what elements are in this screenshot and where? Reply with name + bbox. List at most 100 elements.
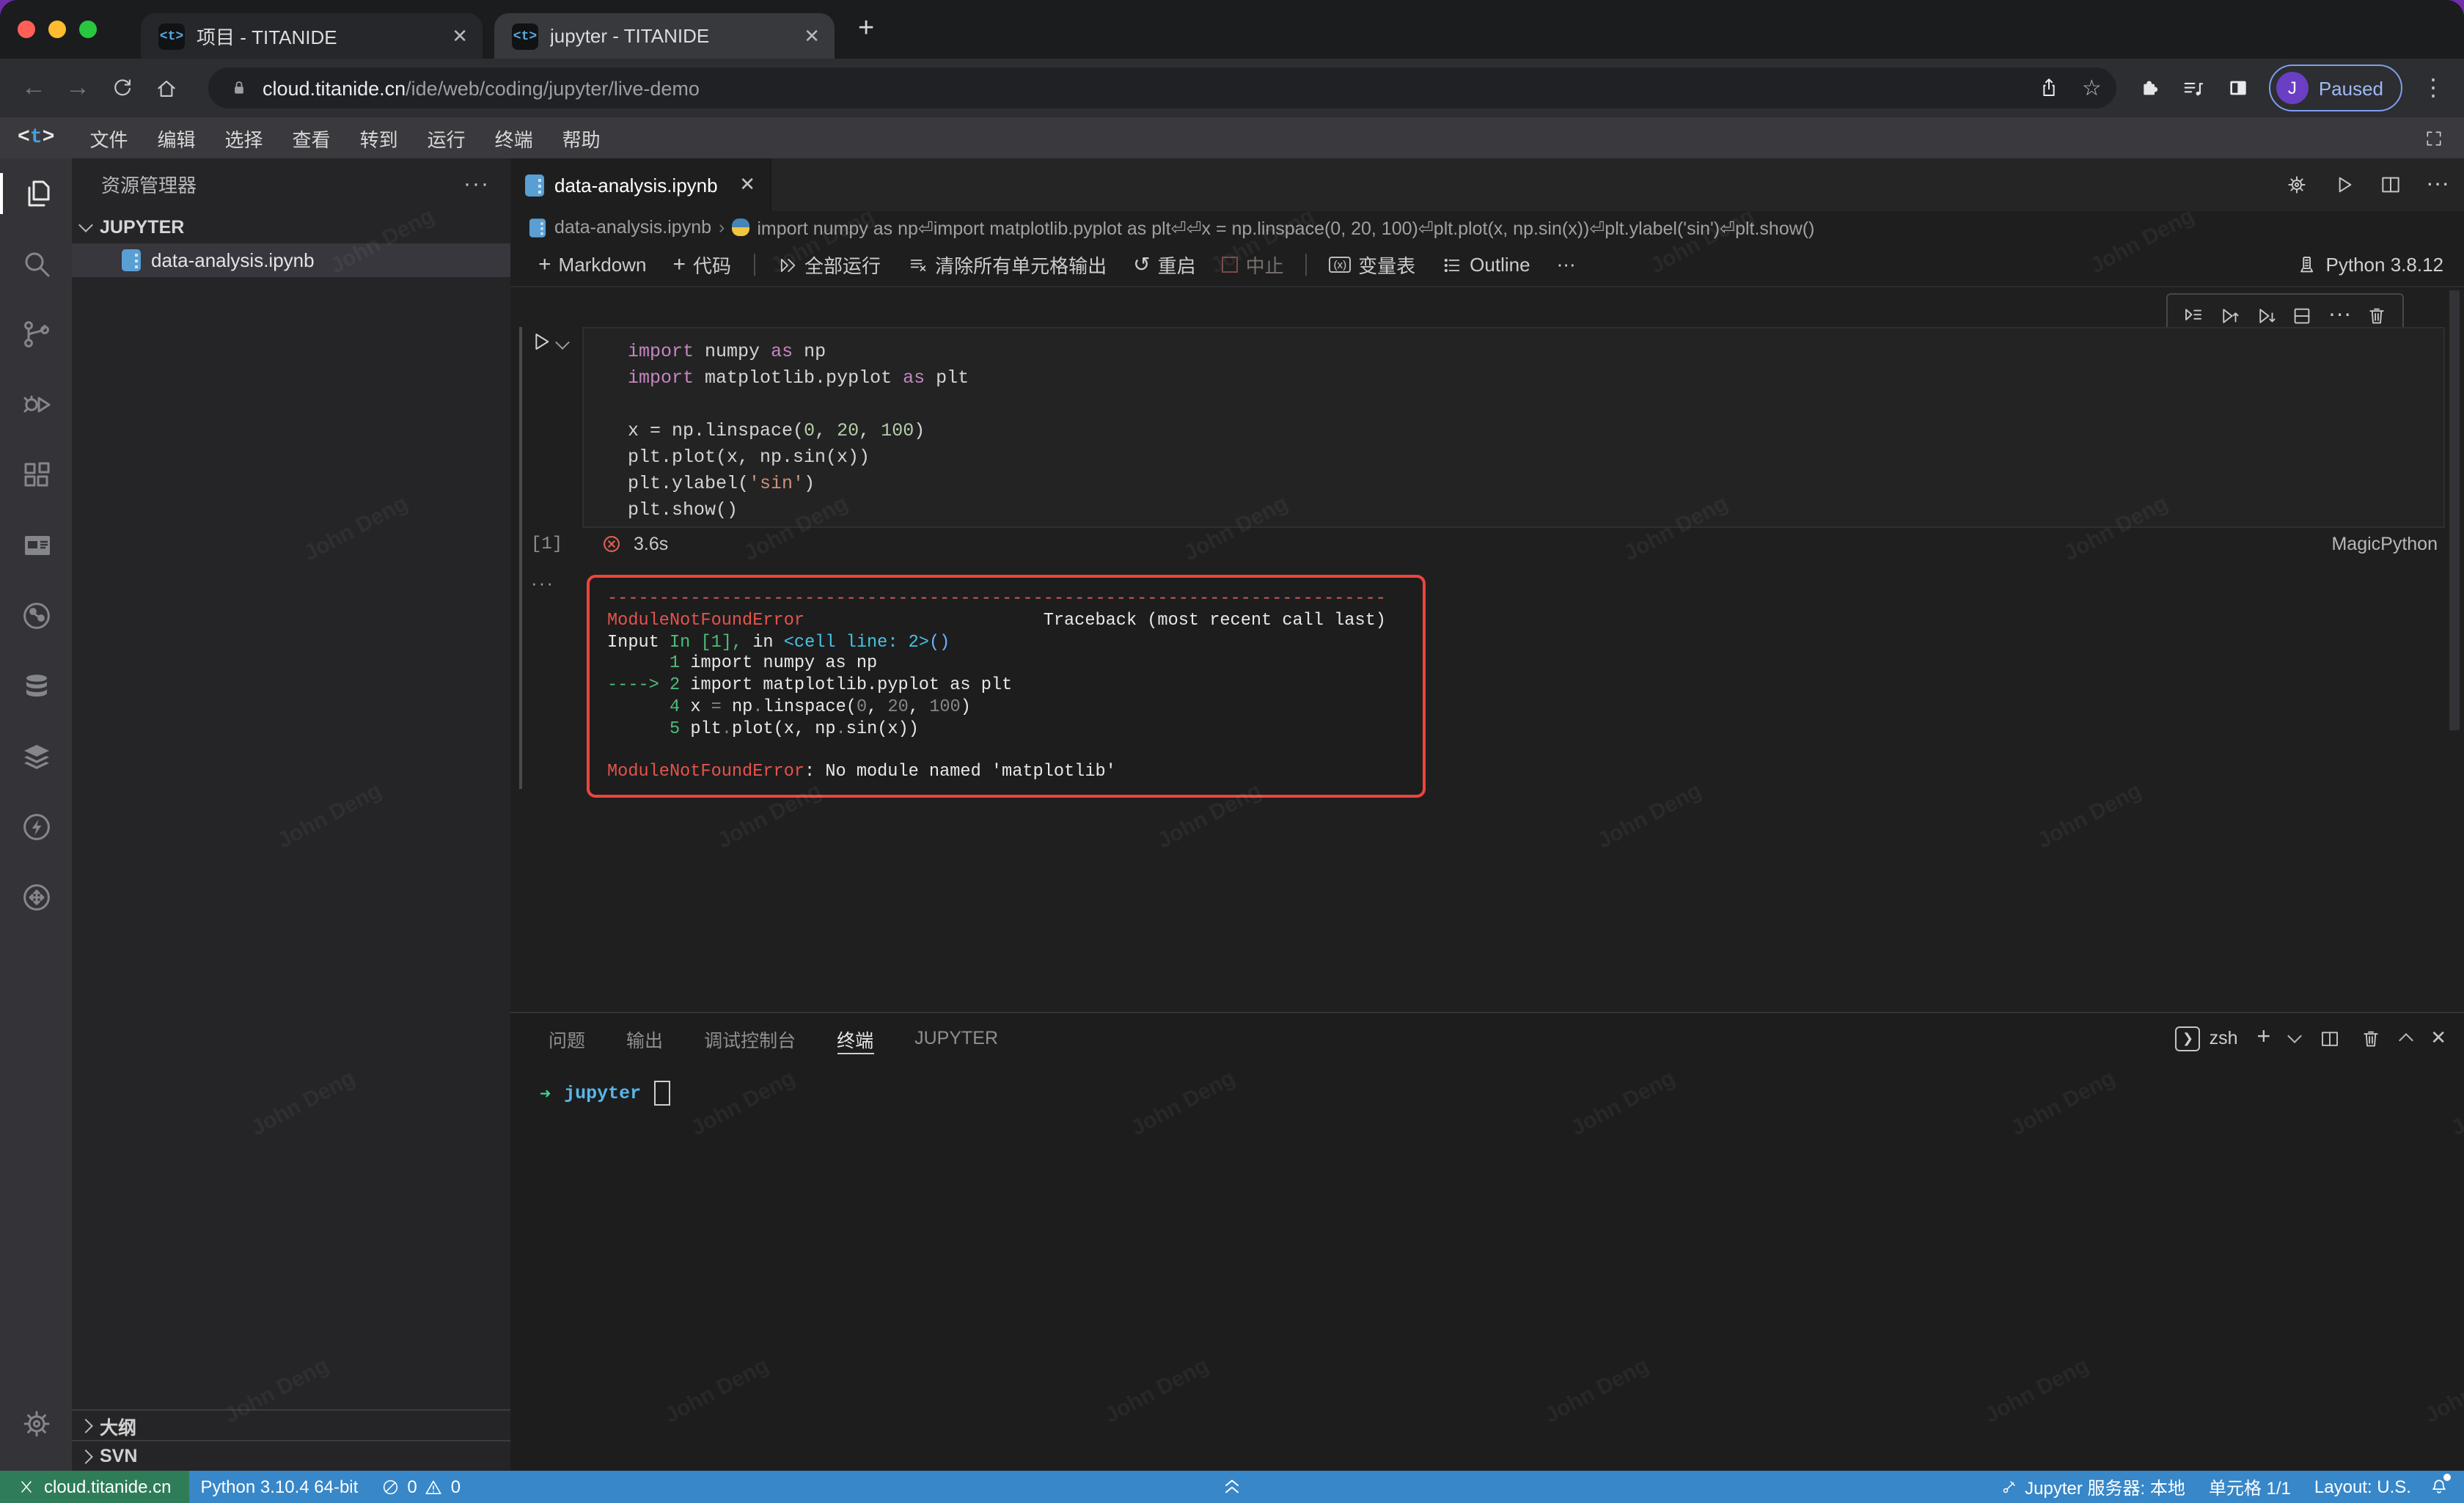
breadcrumb-file[interactable]: data-analysis.ipynb	[554, 217, 711, 238]
sidebar-toggle-icon[interactable]	[2216, 76, 2260, 100]
breadcrumb-code-summary[interactable]: import numpy as np⏎import matplotlib.pyp…	[757, 216, 1814, 238]
cell-position-indicator[interactable]: 单元格 1/1	[2197, 1474, 2303, 1499]
sidebar-more-icon[interactable]: ···	[463, 172, 490, 196]
back-icon[interactable]: ←	[12, 73, 56, 103]
terminal-dropdown-chevron-icon[interactable]	[2287, 1029, 2302, 1043]
variables-button[interactable]: (x) 变量表	[1319, 243, 1426, 286]
explorer-icon[interactable]	[0, 158, 72, 229]
share-icon[interactable]	[2038, 76, 2061, 100]
execute-below-icon[interactable]	[2255, 304, 2277, 326]
menu-file[interactable]: 文件	[75, 124, 142, 152]
gitlens-icon[interactable]	[0, 581, 72, 651]
extensions-icon[interactable]	[0, 440, 72, 510]
fullscreen-icon[interactable]	[2424, 128, 2443, 147]
url-bar[interactable]: cloud.titanide.cn/ide/web/coding/jupyter…	[208, 67, 2116, 109]
remote-explorer-icon[interactable]	[0, 862, 72, 933]
notebook-file-icon	[122, 249, 141, 271]
menu-goto[interactable]: 转到	[345, 124, 413, 152]
forward-icon[interactable]: →	[56, 73, 100, 103]
restart-button[interactable]: ↺ 重启	[1123, 243, 1206, 286]
jupyter-server-indicator[interactable]: Jupyter 服务器: 本地	[1988, 1474, 2197, 1499]
output-options-icon[interactable]: ···	[531, 572, 554, 594]
run-all-button[interactable]: 全部运行	[766, 243, 891, 286]
editor-more-icon[interactable]: ···	[2426, 172, 2449, 198]
sidebar-section-svn[interactable]: SVN	[72, 1441, 510, 1471]
problems-indicator[interactable]: 0 0	[370, 1477, 472, 1497]
delete-cell-icon[interactable]	[2366, 304, 2388, 326]
menu-selection[interactable]: 选择	[210, 124, 278, 152]
maximize-panel-chevron-icon[interactable]	[2399, 1033, 2413, 1048]
sidebar-title: 资源管理器	[101, 170, 197, 198]
browser-tab-title: 项目 - TITANIDE	[197, 22, 437, 50]
kill-terminal-icon[interactable]	[2360, 1027, 2382, 1049]
sidebar-section-jupyter[interactable]: JUPYTER	[72, 210, 510, 243]
menu-terminal[interactable]: 终端	[480, 124, 548, 152]
interrupt-button[interactable]: 中止	[1212, 243, 1294, 286]
new-tab-button[interactable]: +	[858, 18, 874, 41]
terminal-shell-selector[interactable]: ❯ zsh	[2176, 1026, 2238, 1051]
close-tab-icon[interactable]: ✕	[452, 24, 468, 48]
lightning-icon[interactable]	[0, 792, 72, 862]
menu-edit[interactable]: 编辑	[142, 124, 210, 152]
run-all-icon[interactable]	[2332, 173, 2355, 196]
close-tab-icon[interactable]: ✕	[804, 24, 820, 48]
split-editor-icon[interactable]	[2379, 173, 2402, 196]
minimize-window-button[interactable]	[48, 21, 66, 38]
run-debug-icon[interactable]	[0, 370, 72, 440]
layout-indicator[interactable]: Layout: U.S.	[2303, 1477, 2423, 1497]
code-cell-editor[interactable]: import numpy as np import matplotlib.pyp…	[582, 327, 2445, 528]
terminal-content[interactable]: ➜ jupyter	[540, 1081, 670, 1106]
panel-tab-problems[interactable]: 问题	[549, 1013, 585, 1063]
close-window-button[interactable]	[18, 21, 35, 38]
notebook-settings-gear-icon[interactable]	[2285, 173, 2309, 196]
menu-help[interactable]: 帮助	[548, 124, 615, 152]
python-interpreter[interactable]: Python 3.10.4 64-bit	[188, 1477, 370, 1497]
panel-tab-output[interactable]: 输出	[626, 1013, 663, 1063]
clear-outputs-button[interactable]: 清除所有单元格输出	[897, 243, 1117, 286]
editor-tab-notebook[interactable]: data-analysis.ipynb ✕	[510, 158, 771, 211]
close-panel-icon[interactable]: ✕	[2430, 1026, 2446, 1050]
layers-icon[interactable]	[0, 721, 72, 792]
menu-run[interactable]: 运行	[413, 124, 480, 152]
database-icon[interactable]	[0, 651, 72, 721]
close-editor-tab-icon[interactable]: ✕	[739, 173, 755, 196]
browser-tab-jupyter[interactable]: <t> jupyter - TITANIDE ✕	[494, 13, 835, 59]
add-markdown-button[interactable]: +Markdown	[528, 243, 656, 286]
toolbar-more-button[interactable]: ⋯	[1547, 243, 1586, 286]
bookmark-star-icon[interactable]: ☆	[2082, 75, 2102, 101]
execute-cell-and-below-icon[interactable]	[2182, 304, 2204, 326]
remote-indicator[interactable]: cloud.titanide.cn	[0, 1471, 188, 1503]
new-terminal-icon[interactable]: +	[2257, 1025, 2271, 1051]
cell-language-mode[interactable]: MagicPython	[2331, 534, 2438, 554]
add-code-button[interactable]: +代码	[662, 243, 741, 286]
outline-button[interactable]: Outline	[1431, 243, 1540, 286]
browser-preview-icon[interactable]	[0, 510, 72, 581]
browser-menu-icon[interactable]: ⋮	[2411, 73, 2455, 103]
split-terminal-icon[interactable]	[2319, 1027, 2341, 1049]
run-options-chevron-icon[interactable]	[555, 335, 570, 350]
double-chevron-up-icon[interactable]	[1220, 1472, 1244, 1499]
split-cell-icon[interactable]	[2292, 304, 2314, 326]
settings-gear-icon[interactable]	[0, 1389, 72, 1459]
browser-tab-project[interactable]: <t> 项目 - TITANIDE ✕	[141, 13, 483, 59]
cell-more-icon[interactable]: ···	[2328, 302, 2352, 328]
notebook-scrollbar[interactable]	[2449, 290, 2460, 730]
panel-tab-terminal[interactable]: 终端	[837, 1013, 873, 1063]
sidebar-item-notebook[interactable]: data-analysis.ipynb	[72, 243, 510, 277]
sidebar-section-outline[interactable]: 大纲	[72, 1411, 510, 1440]
extensions-puzzle-icon[interactable]	[2128, 76, 2172, 100]
panel-tab-debug-console[interactable]: 调试控制台	[704, 1013, 796, 1063]
execute-above-icon[interactable]	[2218, 304, 2240, 326]
search-icon[interactable]	[0, 229, 72, 299]
maximize-window-button[interactable]	[79, 21, 97, 38]
menu-view[interactable]: 查看	[278, 124, 345, 152]
reload-icon[interactable]	[100, 76, 144, 100]
notifications-bell-icon[interactable]	[2429, 1477, 2449, 1497]
panel-tab-jupyter[interactable]: JUPYTER	[914, 1013, 998, 1063]
browser-profile-button[interactable]: J Paused	[2269, 65, 2402, 111]
source-control-icon[interactable]	[0, 299, 72, 370]
home-icon[interactable]	[144, 76, 188, 100]
run-cell-button[interactable]	[529, 330, 568, 353]
playlist-extension-icon[interactable]	[2172, 76, 2216, 100]
kernel-picker[interactable]: Python 3.8.12	[2295, 254, 2443, 276]
